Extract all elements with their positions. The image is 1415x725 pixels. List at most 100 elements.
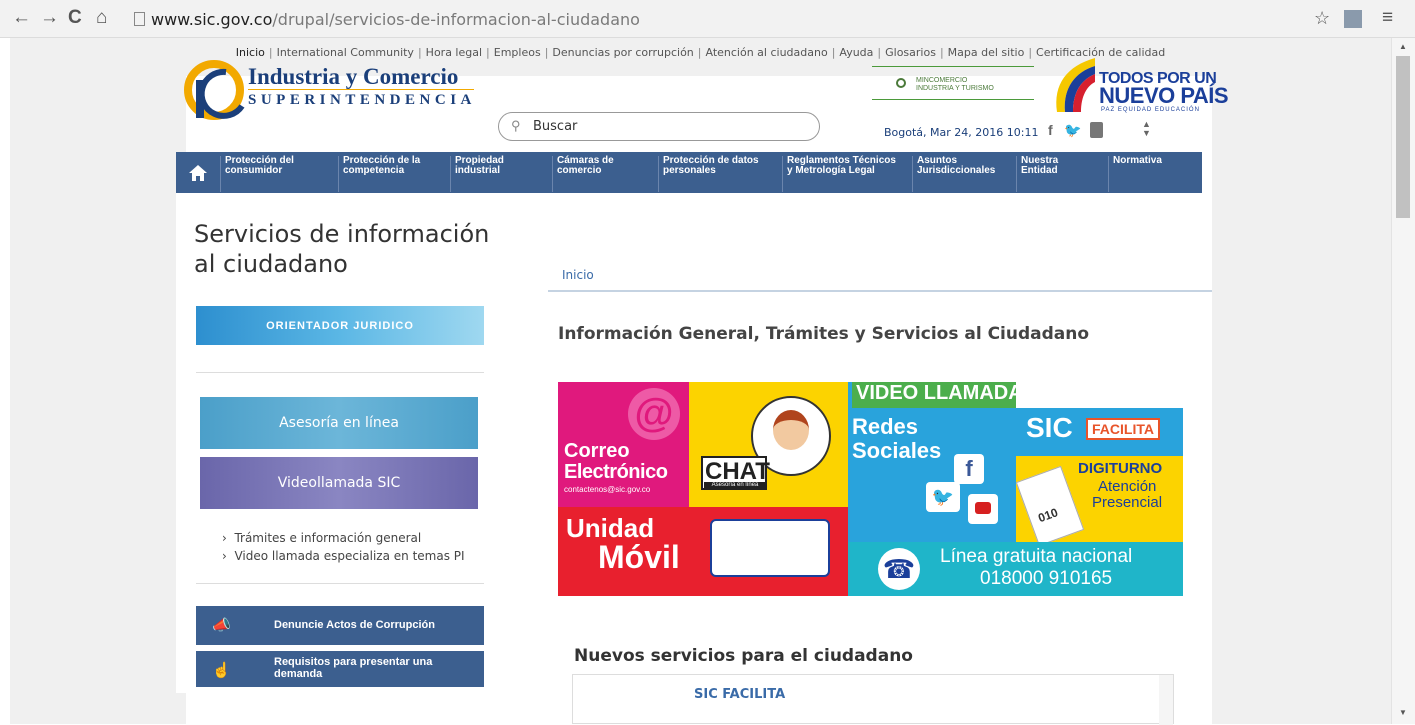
phone-icon: ☎ [878, 548, 920, 590]
scroll-thumb[interactable] [1396, 56, 1410, 218]
toplink[interactable]: Glosarios [885, 46, 936, 59]
nuevos-servicios-heading: Nuevos servicios para el ciudadano [574, 646, 913, 666]
twitter-bubble-icon: 🐦 [926, 482, 960, 512]
page-heading: Información General, Trámites y Servicio… [558, 324, 1090, 344]
extension-icon[interactable] [1344, 10, 1362, 28]
requisitos-label: Requisitos para presentar una demanda [274, 656, 433, 680]
facilita-label: FACILITA [1086, 418, 1160, 440]
requisitos-demanda-button[interactable]: ☝ Requisitos para presentar una demanda [196, 651, 484, 687]
address-bar[interactable]: www.sic.gov.co/drupal/servicios-de-infor… [134, 8, 640, 30]
nav-item-label: Jurisdiccionales [917, 165, 996, 176]
nav-item[interactable]: Reglamentos Técnicos y Metrología Legal [782, 156, 896, 192]
toplink-separator: | [831, 46, 836, 59]
browser-toolbar: ← → C ⌂ www.sic.gov.co/drupal/servicios-… [0, 0, 1415, 38]
search-input[interactable]: Buscar [533, 119, 577, 134]
redes-sociales-tile[interactable]: VIDEO LLAMADA Redes Sociales f 🐦 [848, 382, 1016, 542]
facebook-icon[interactable]: f [1048, 122, 1053, 138]
toplink[interactable]: Denuncias por corrupción [552, 46, 693, 59]
ticket-number: 010 [1036, 505, 1060, 526]
chat-badge: CHAT Asesoría en línea [701, 456, 770, 490]
search-box[interactable]: ⚲ Buscar [498, 112, 820, 141]
card-scrollbar[interactable] [1159, 675, 1173, 725]
toplink[interactable]: Empleos [494, 46, 541, 59]
forward-icon[interactable]: → [40, 8, 59, 28]
nav-item[interactable]: Protección de datos personales [658, 156, 759, 192]
menu-icon[interactable]: ≡ [1382, 8, 1393, 28]
megaphone-icon: 📣 [212, 617, 231, 634]
breadcrumb-inicio[interactable]: Inicio [562, 268, 594, 282]
sic-logo[interactable]: Industria y Comercio SUPERINTENDENCIA [182, 58, 482, 120]
flag-swoosh-icon [1056, 58, 1095, 112]
youtube-icon[interactable] [1090, 122, 1103, 138]
chat-tile[interactable]: CHAT Asesoría en línea [689, 382, 848, 507]
logo-mark-icon [184, 60, 245, 120]
presencial-label: Presencial [1092, 494, 1163, 511]
toplink[interactable]: Ayuda [839, 46, 873, 59]
nav-item[interactable]: Protección del consumidor [220, 156, 294, 192]
services-banner: @ Correo Electrónico contactenos@sic.gov… [558, 382, 1183, 596]
toplink[interactable]: Atención al ciudadano [706, 46, 828, 59]
todos-por-un-nuevo-pais-logo[interactable]: TODOS POR UN NUEVO PAÍS PAZ EQUIDAD EDUC… [1047, 52, 1229, 122]
videollamada-sic-button[interactable]: Videollamada SIC [200, 457, 478, 509]
nav-item[interactable]: Propiedad industrial [450, 156, 504, 192]
correo-email: contactenos@sic.gov.co [564, 485, 651, 494]
mincomercio-logo[interactable]: MINCOMERCIO INDUSTRIA Y TURISMO [872, 66, 1034, 100]
toplink-separator: | [939, 46, 944, 59]
correo-label: Correo [564, 440, 630, 462]
linea-label: Línea gratuita nacional [940, 546, 1133, 567]
sociales-label: Sociales [852, 438, 942, 463]
card-title-link[interactable]: SIC FACILITA [694, 687, 785, 702]
sidebar-link[interactable]: › Video llamada especializa en temas PI [222, 547, 465, 565]
nav-home[interactable] [176, 152, 220, 193]
home-icon[interactable]: ⌂ [96, 8, 107, 28]
sic-facilita-tile[interactable]: SIC FACILITA 010 DIGITURNO Atención Pres… [1016, 408, 1183, 542]
star-icon[interactable]: ☆ [1314, 8, 1330, 28]
ticket-icon: 010 [1016, 465, 1085, 542]
correo-electronico-tile[interactable]: @ Correo Electrónico contactenos@sic.gov… [558, 382, 689, 507]
logo-subtitle: SUPERINTENDENCIA [248, 92, 476, 108]
scroll-down-icon[interactable]: ▼ [1399, 708, 1407, 717]
search-icon: ⚲ [511, 118, 521, 133]
divider [196, 372, 484, 373]
twitter-icon[interactable]: 🐦 [1064, 122, 1081, 139]
nav-item[interactable]: Nuestra Entidad [1016, 156, 1058, 192]
nav-item-label: personales [663, 165, 716, 176]
nav-item[interactable]: Normativa [1108, 156, 1162, 192]
divider [196, 583, 484, 584]
page-scrollbar[interactable]: ▲ ▼ [1391, 38, 1415, 724]
back-icon[interactable]: ← [12, 8, 31, 28]
todos-line3: PAZ EQUIDAD EDUCACIÓN [1101, 107, 1200, 113]
bus-icon [710, 519, 830, 577]
unidad-movil-tile[interactable]: Unidad Móvil [558, 507, 848, 596]
toplink-separator: | [697, 46, 702, 59]
toplink-separator: | [486, 46, 490, 59]
reload-icon[interactable]: C [68, 8, 82, 28]
asesoria-en-linea-button[interactable]: Asesoría en línea [200, 397, 478, 449]
todos-line2: NUEVO PAÍS [1099, 83, 1229, 108]
toplink[interactable]: Mapa del sitio [948, 46, 1025, 59]
sidebar-link[interactable]: › Trámites e información general [222, 529, 465, 547]
nav-item[interactable]: Protección de la competencia [338, 156, 420, 192]
scroll-up-icon[interactable]: ▲ [1399, 42, 1407, 51]
orientador-juridico-button[interactable]: ORIENTADOR JURIDICO [196, 306, 484, 345]
toplink-separator: | [877, 46, 882, 59]
nav-item-label: Entidad [1021, 165, 1058, 176]
chevron-right-icon: › [222, 549, 235, 563]
video-llamada-label: VIDEO LLAMADA [852, 382, 1016, 408]
denuncie-corrupcion-button[interactable]: 📣 Denuncie Actos de Corrupción [196, 606, 484, 645]
movil-label: Móvil [598, 539, 680, 575]
atencion-label: Atención [1098, 478, 1157, 495]
nav-item-label: Normativa [1113, 155, 1162, 166]
toplink-separator: | [1028, 46, 1033, 59]
url-path: /drupal/servicios-de-informacion-al-ciud… [272, 9, 640, 29]
facebook-bubble-icon: f [954, 454, 984, 484]
electronico-label: Electrónico [564, 461, 668, 483]
nuevos-servicios-card: SIC FACILITA [572, 674, 1174, 725]
linea-gratuita-tile[interactable]: ☎ Línea gratuita nacional 018000 910165 [848, 542, 1183, 596]
url-domain: www.sic.gov.co [151, 9, 273, 29]
scroll-arrows-icon[interactable]: ▲ ▼ [1142, 120, 1151, 138]
nav-item[interactable]: Asuntos Jurisdiccionales [912, 156, 995, 192]
sic-label: SIC [1026, 412, 1073, 443]
digiturno-label: DIGITURNO [1078, 460, 1163, 477]
nav-item[interactable]: Cámaras de comercio [552, 156, 614, 192]
